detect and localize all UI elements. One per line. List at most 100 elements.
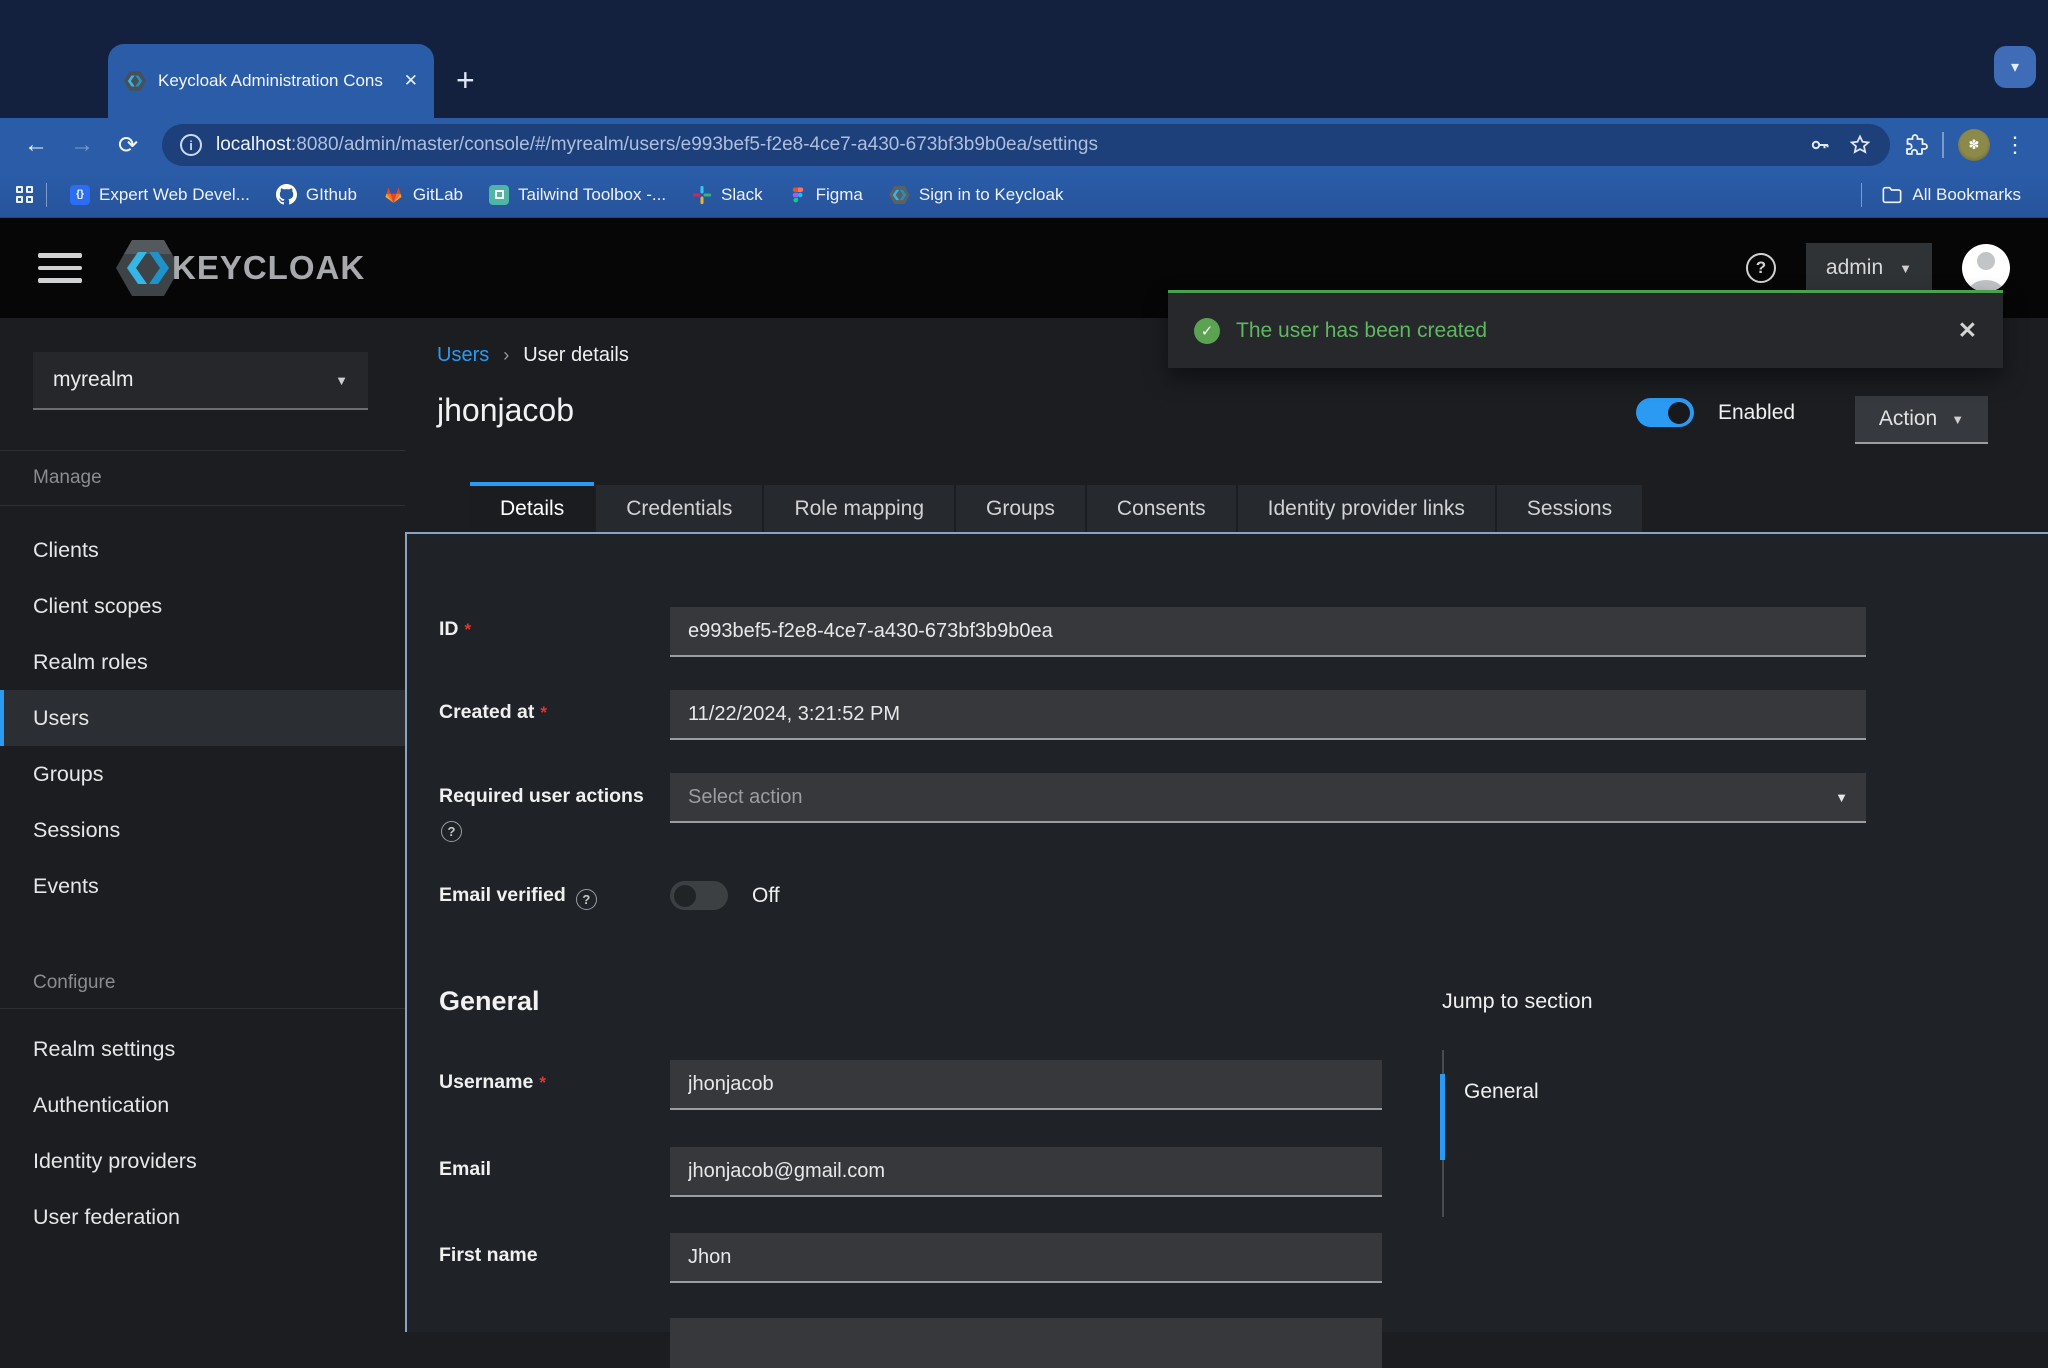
created-at-label: Created at*: [439, 701, 547, 724]
forward-icon[interactable]: →: [62, 131, 102, 159]
url-text[interactable]: localhost:8080/admin/master/console/#/my…: [216, 134, 1794, 156]
browser-menu-icon[interactable]: ⋮: [2004, 132, 2026, 158]
page-title: jhonjacob: [437, 392, 574, 429]
site-info-icon[interactable]: i: [180, 134, 202, 156]
bookmark-tailwind-toolbox[interactable]: Tailwind Toolbox -...: [478, 185, 677, 205]
question-circle-icon[interactable]: ?: [441, 821, 462, 842]
breadcrumb-current: User details: [523, 344, 629, 367]
breadcrumb-users-link[interactable]: Users: [437, 344, 489, 367]
tab-search-chevron-icon[interactable]: ▾: [1994, 46, 2036, 88]
reload-icon[interactable]: ⟳: [108, 131, 148, 160]
id-input[interactable]: [670, 607, 1866, 657]
new-tab-button[interactable]: +: [456, 60, 475, 100]
bookmark-expert-web[interactable]: {} Expert Web Devel...: [59, 185, 261, 205]
admin-user-dropdown[interactable]: admin ▼: [1806, 243, 1932, 293]
chevron-right-icon: ›: [503, 345, 509, 366]
tab-consents[interactable]: Consents: [1087, 485, 1236, 532]
action-dropdown[interactable]: Action ▼: [1855, 396, 1988, 444]
first-name-input[interactable]: [670, 1233, 1382, 1283]
passwords-key-icon[interactable]: [1808, 133, 1832, 157]
brand-text: KEYCLOAK: [172, 249, 365, 287]
code-bookmark-icon: {}: [70, 185, 90, 205]
required-asterisk: *: [465, 620, 472, 639]
chevron-down-icon: ▼: [1951, 412, 1964, 427]
tab-groups[interactable]: Groups: [956, 485, 1085, 532]
keycloak-bookmark-icon: [889, 186, 910, 204]
sidebar-item-clients[interactable]: Clients: [0, 522, 405, 578]
keycloak-logo[interactable]: KEYCLOAK: [116, 240, 365, 296]
bookmarks-bar: {} Expert Web Devel... GIthub GitLab Tai…: [0, 172, 2048, 218]
folder-icon: [1881, 185, 1903, 205]
sidebar-divider: [0, 1008, 405, 1009]
bookmark-gitlab[interactable]: GitLab: [372, 184, 474, 205]
apps-grid-icon[interactable]: [16, 186, 34, 204]
bookmark-label: Sign in to Keycloak: [919, 185, 1064, 205]
success-toast: ✓ The user has been created ✕: [1168, 290, 2003, 368]
browser-toolbar: ← → ⟳ i localhost:8080/admin/master/cons…: [0, 118, 2048, 172]
sidebar-item-users[interactable]: Users: [0, 690, 405, 746]
email-verified-label: Email verified?: [439, 884, 597, 910]
all-bookmarks-button[interactable]: All Bookmarks: [1870, 185, 2032, 205]
user-avatar[interactable]: [1962, 244, 2010, 292]
last-name-input-partial[interactable]: [670, 1318, 1382, 1368]
toast-close-icon[interactable]: ✕: [1958, 317, 1977, 344]
chevron-down-icon: ▼: [1899, 261, 1912, 276]
toast-message: The user has been created: [1236, 319, 1487, 343]
first-name-label: First name: [439, 1244, 538, 1267]
back-icon[interactable]: ←: [16, 131, 56, 159]
select-placeholder: Select action: [688, 786, 803, 809]
keycloak-favicon: [124, 71, 146, 91]
breadcrumb: Users › User details: [437, 344, 629, 367]
slack-icon: [692, 185, 712, 205]
bookmark-figma[interactable]: Figma: [778, 185, 874, 205]
sidebar-item-identity-providers[interactable]: Identity providers: [0, 1133, 405, 1189]
enabled-toggle[interactable]: [1636, 398, 1694, 427]
url-bar[interactable]: i localhost:8080/admin/master/console/#/…: [162, 124, 1890, 166]
bookmark-slack[interactable]: Slack: [681, 185, 774, 205]
figma-icon: [789, 185, 807, 205]
nav-toggle-hamburger-icon[interactable]: [38, 253, 82, 283]
sidebar-divider: [0, 450, 405, 451]
chevron-down-icon: ▼: [1835, 790, 1848, 805]
username-label: Username*: [439, 1071, 546, 1094]
sidebar-item-authentication[interactable]: Authentication: [0, 1077, 405, 1133]
created-at-input[interactable]: [670, 690, 1866, 740]
tab-close-icon[interactable]: ✕: [404, 71, 418, 91]
browser-profile-avatar[interactable]: ✽: [1958, 129, 1990, 161]
sidebar-item-realm-roles[interactable]: Realm roles: [0, 634, 405, 690]
question-circle-icon[interactable]: ?: [576, 889, 597, 910]
sidebar-item-events[interactable]: Events: [0, 858, 405, 914]
required-user-actions-select[interactable]: Select action ▼: [670, 773, 1866, 823]
github-icon: [276, 184, 297, 205]
required-user-actions-label: Required user actions: [439, 785, 644, 808]
help-icon[interactable]: ?: [1746, 253, 1776, 283]
username-input[interactable]: [670, 1060, 1382, 1110]
tab-title: Keycloak Administration Cons: [158, 71, 392, 91]
sidebar-item-user-federation[interactable]: User federation: [0, 1189, 405, 1245]
bookmark-github[interactable]: GIthub: [265, 184, 368, 205]
email-verified-state: Off: [752, 884, 780, 908]
sidebar-item-sessions[interactable]: Sessions: [0, 802, 405, 858]
sidebar-item-client-scopes[interactable]: Client scopes: [0, 578, 405, 634]
jump-active-indicator: [1440, 1074, 1445, 1160]
email-verified-toggle[interactable]: [670, 881, 728, 910]
tab-sessions[interactable]: Sessions: [1497, 485, 1642, 532]
email-input[interactable]: [670, 1147, 1382, 1197]
tab-role-mapping[interactable]: Role mapping: [764, 485, 954, 532]
sidebar-item-groups[interactable]: Groups: [0, 746, 405, 802]
jump-to-section-heading: Jump to section: [1442, 989, 1593, 1014]
bookmark-label: GitLab: [413, 185, 463, 205]
bookmark-star-icon[interactable]: [1848, 133, 1872, 157]
sidebar-item-realm-settings[interactable]: Realm settings: [0, 1021, 405, 1077]
jump-item-general[interactable]: General: [1464, 1077, 1539, 1099]
sidebar: myrealm ▼ Manage Clients Client scopes R…: [0, 318, 405, 1332]
enabled-label: Enabled: [1718, 401, 1795, 425]
extensions-icon[interactable]: [1904, 133, 1928, 157]
bookmark-keycloak[interactable]: Sign in to Keycloak: [878, 185, 1075, 205]
tab-identity-provider-links[interactable]: Identity provider links: [1238, 485, 1495, 532]
tab-credentials[interactable]: Credentials: [596, 485, 762, 532]
realm-selector[interactable]: myrealm ▼: [33, 352, 368, 410]
email-label: Email: [439, 1158, 491, 1181]
browser-tab[interactable]: Keycloak Administration Cons ✕: [108, 44, 434, 118]
tab-details[interactable]: Details: [470, 482, 594, 532]
